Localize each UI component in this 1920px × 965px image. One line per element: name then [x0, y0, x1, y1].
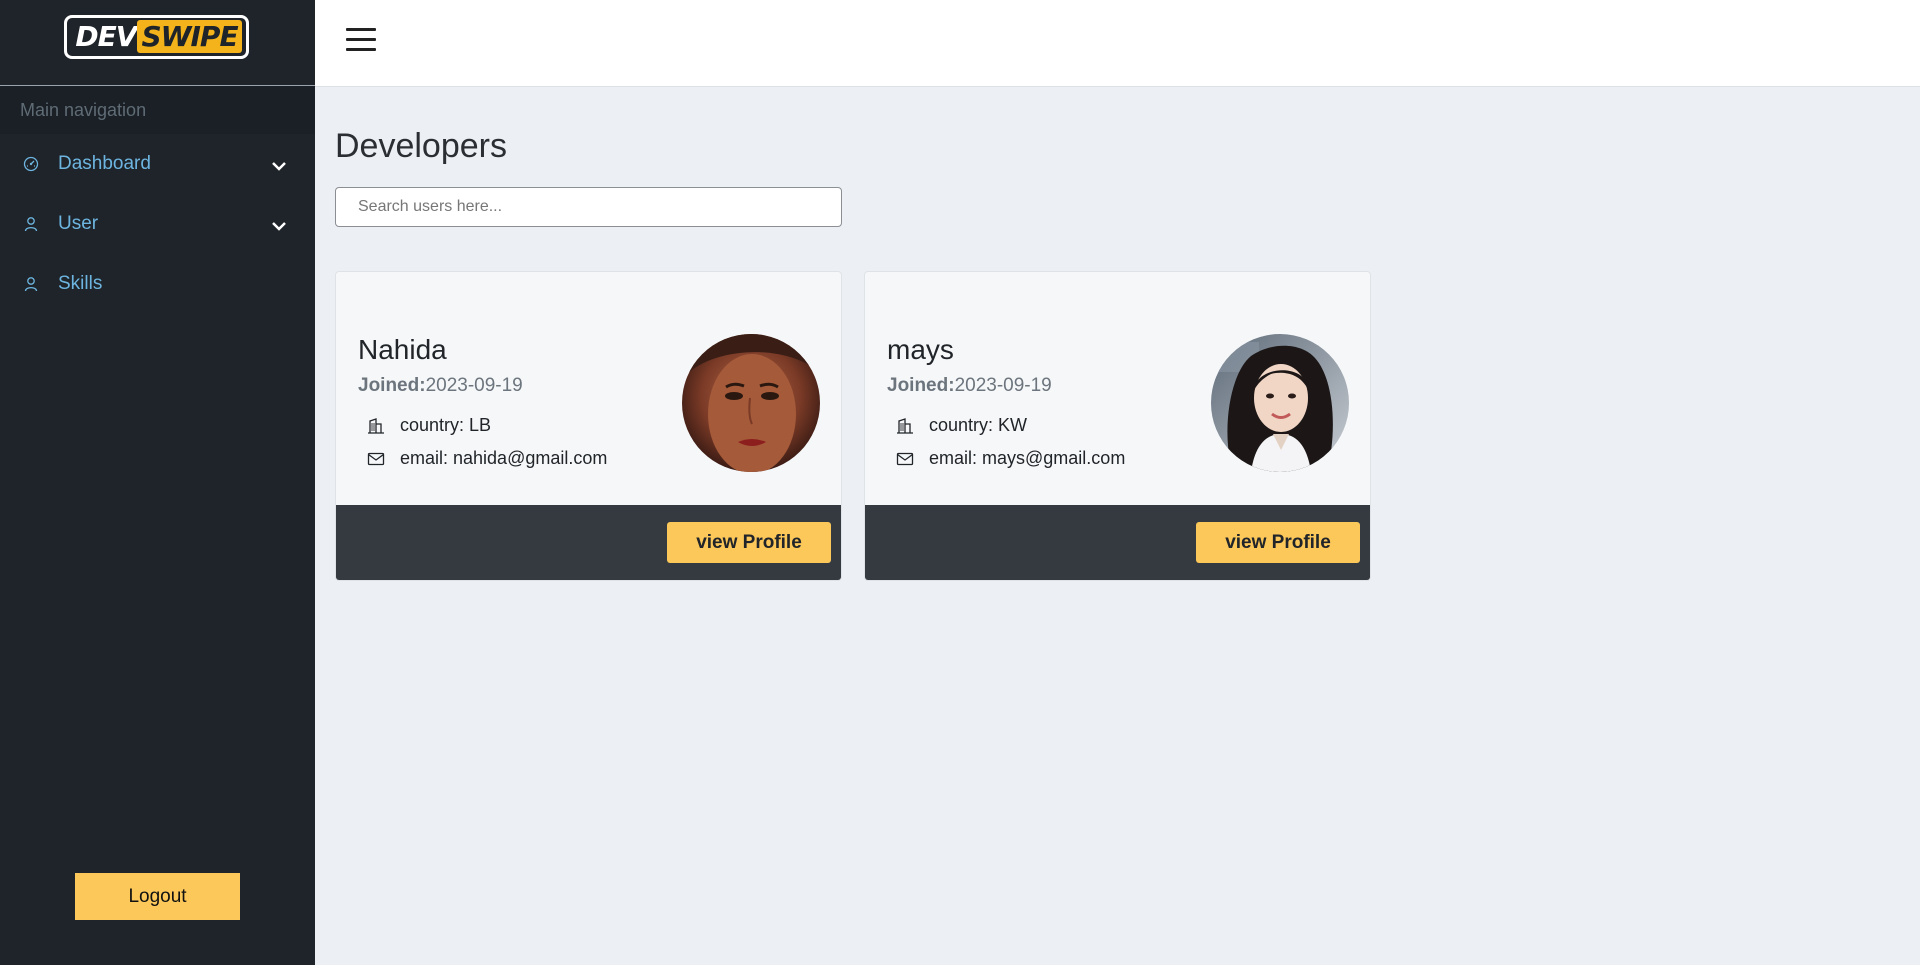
developer-name: mays: [887, 334, 954, 365]
search-input[interactable]: [335, 187, 842, 227]
sidebar-item-user[interactable]: User: [0, 194, 315, 254]
view-profile-button[interactable]: view Profile: [667, 522, 831, 563]
user-icon: [22, 275, 40, 293]
nav-header: Main navigation: [0, 86, 315, 134]
sidebar-item-label: Dashboard: [58, 153, 151, 174]
country-text: country: KW: [929, 415, 1028, 435]
avatar: [682, 334, 820, 472]
country-text: country: LB: [400, 415, 492, 435]
devswipe-logo[interactable]: DEV SWIPE: [64, 14, 249, 59]
page-title: Developers: [335, 127, 507, 165]
card-footer: view Profile: [336, 505, 841, 580]
logout-button[interactable]: Logout: [75, 873, 240, 920]
joined-info: Joined:2023-09-19: [887, 375, 1052, 397]
avatar: [1211, 334, 1349, 472]
email-row: email: nahida@gmail.com: [366, 448, 607, 469]
country-row: country: LB: [366, 415, 491, 436]
envelope-icon: [895, 449, 915, 469]
card-footer: view Profile: [865, 505, 1370, 580]
joined-date: 2023-09-19: [425, 375, 523, 396]
email-row: email: mays@gmail.com: [895, 448, 1125, 469]
sidebar-item-label: User: [58, 213, 99, 234]
email-text: email: nahida@gmail.com: [400, 448, 608, 468]
joined-info: Joined:2023-09-19: [358, 375, 523, 397]
sidebar-item-label: Skills: [58, 273, 103, 294]
email-text: email: mays@gmail.com: [929, 448, 1126, 468]
brand: DEV SWIPE: [0, 0, 315, 86]
logo-text-dev: DEV: [75, 20, 137, 53]
developer-name: Nahida: [358, 334, 447, 365]
topbar: [315, 0, 1920, 87]
joined-label: Joined:: [358, 375, 426, 396]
sidebar-item-dashboard[interactable]: Dashboard: [0, 134, 315, 194]
building-icon: [366, 416, 386, 436]
gauge-icon: [22, 155, 40, 173]
user-icon: [22, 215, 40, 233]
country-row: country: KW: [895, 415, 1027, 436]
view-profile-button[interactable]: view Profile: [1196, 522, 1360, 563]
main-content: Developers Nahida Joined:2023-09-19 coun…: [315, 87, 1920, 965]
logout-wrap: Logout: [75, 873, 240, 920]
sidebar-item-skills[interactable]: Skills: [0, 254, 315, 314]
sidebar: DEV SWIPE Main navigation Dashboard User…: [0, 0, 315, 965]
chevron-down-icon[interactable]: [271, 158, 287, 176]
joined-date: 2023-09-19: [954, 375, 1052, 396]
developer-card: Nahida Joined:2023-09-19 country: LB ema…: [335, 271, 842, 581]
chevron-down-icon[interactable]: [271, 218, 287, 236]
hamburger-icon[interactable]: [346, 28, 376, 52]
building-icon: [895, 416, 915, 436]
developer-card: mays Joined:2023-09-19 country: KW email…: [864, 271, 1371, 581]
joined-label: Joined:: [887, 375, 955, 396]
envelope-icon: [366, 449, 386, 469]
logo-text-swipe: SWIPE: [137, 20, 242, 53]
